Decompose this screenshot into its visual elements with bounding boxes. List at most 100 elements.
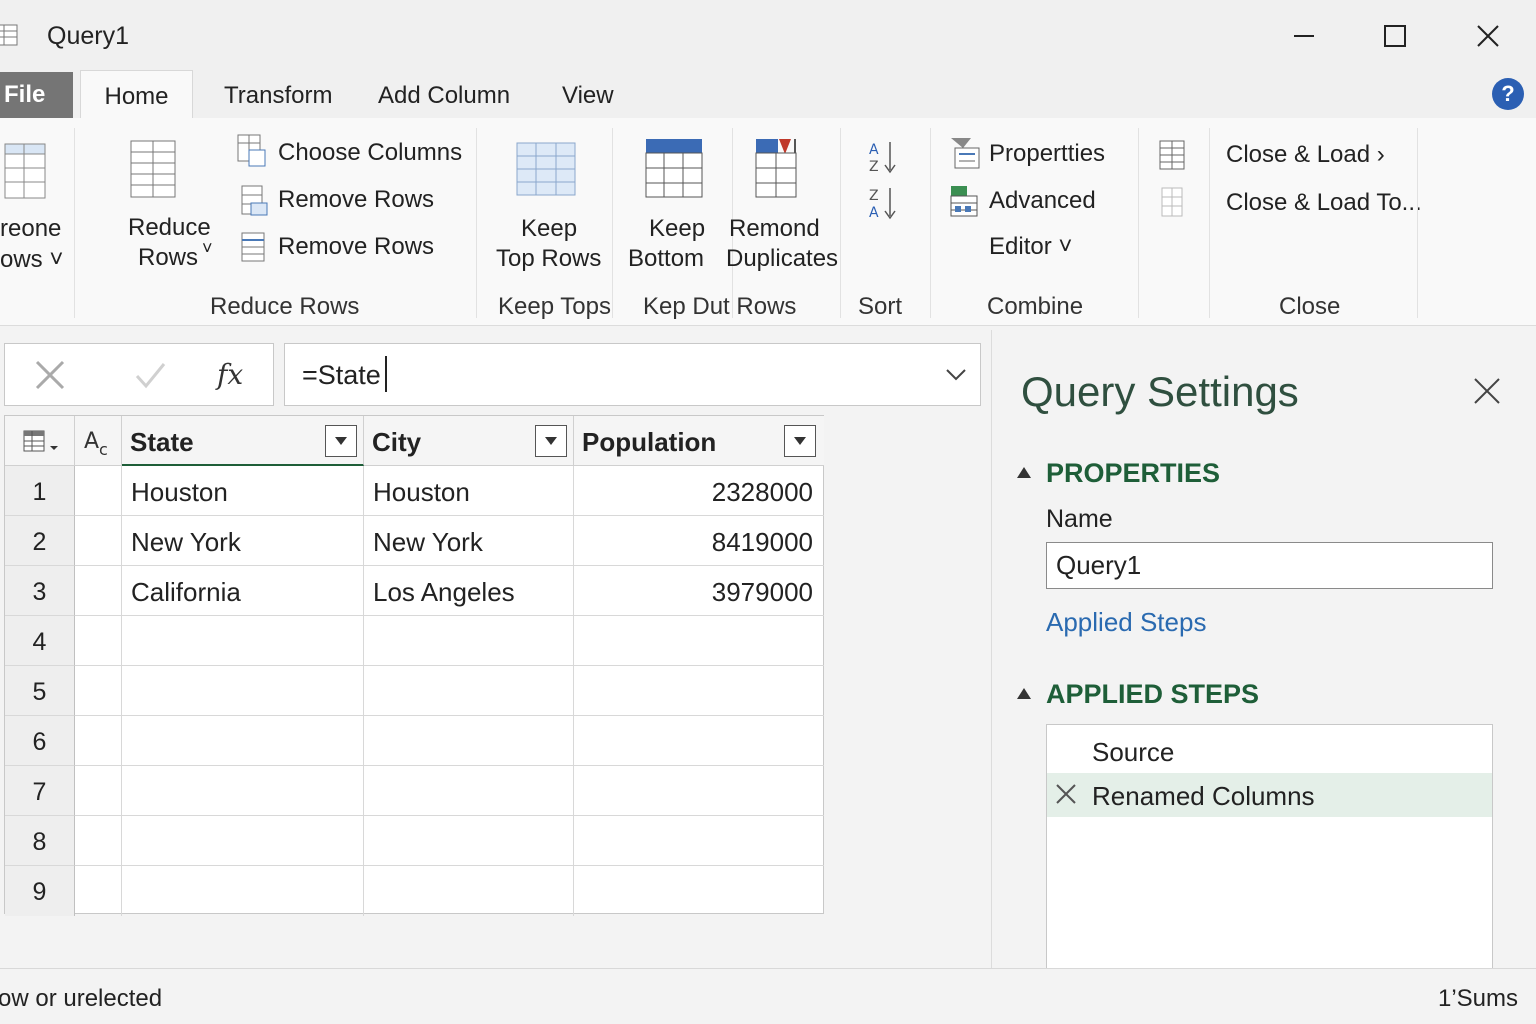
formula-text: =State bbox=[302, 360, 381, 390]
ribbon-separator bbox=[74, 128, 75, 318]
text-type-icon: A c bbox=[84, 429, 108, 458]
list-item-selected[interactable]: Renamed Columns bbox=[1047, 773, 1492, 817]
ribbon-separator bbox=[840, 128, 841, 318]
cell-population[interactable] bbox=[574, 616, 824, 666]
maximize-icon bbox=[1384, 25, 1406, 47]
fx-icon[interactable]: fx bbox=[215, 354, 255, 394]
tab-transform[interactable]: Transform bbox=[214, 70, 342, 120]
ribbon-separator bbox=[476, 128, 477, 318]
cell-state[interactable]: New York bbox=[122, 516, 364, 566]
applied-steps-list: Source Renamed Columns bbox=[1046, 724, 1493, 974]
cell-state[interactable] bbox=[122, 616, 364, 666]
cell-city[interactable] bbox=[364, 666, 574, 716]
help-button[interactable]: ? bbox=[1492, 78, 1524, 110]
cell-city[interactable] bbox=[364, 716, 574, 766]
column-header-label: Population bbox=[582, 427, 717, 457]
filter-button[interactable] bbox=[784, 425, 816, 457]
minimize-icon bbox=[1294, 35, 1314, 37]
ribbon-separator bbox=[930, 128, 931, 318]
cell-city[interactable] bbox=[364, 766, 574, 816]
column-header-population[interactable]: Population bbox=[574, 416, 824, 466]
filter-button[interactable] bbox=[535, 425, 567, 457]
editor-label: Editor ˅ bbox=[989, 233, 1073, 260]
cell-state[interactable] bbox=[122, 866, 364, 916]
cell-city[interactable]: Los Angeles bbox=[364, 566, 574, 616]
choose-columns-icon bbox=[237, 134, 266, 167]
cell-population[interactable] bbox=[574, 816, 824, 866]
svg-text:A: A bbox=[84, 429, 99, 454]
column-header-state[interactable]: State bbox=[122, 416, 364, 466]
column-header-label: City bbox=[372, 427, 422, 457]
cell-population[interactable]: 2328000 bbox=[574, 466, 824, 516]
column-header-city[interactable]: City bbox=[364, 416, 574, 466]
tab-home[interactable]: Home bbox=[80, 70, 193, 122]
name-label: Name bbox=[1046, 505, 1113, 533]
sort-ascending-icon: A Z bbox=[869, 142, 896, 174]
status-summary: 1’Sums bbox=[1437, 985, 1518, 1012]
collapse-triangle-icon[interactable] bbox=[1017, 688, 1031, 699]
cell-state[interactable]: California bbox=[122, 566, 364, 616]
type-cell bbox=[75, 666, 122, 716]
cell-population[interactable] bbox=[574, 716, 824, 766]
cell-city[interactable] bbox=[364, 616, 574, 666]
cancel-icon[interactable] bbox=[33, 358, 67, 392]
chevron-down-icon: ˅ bbox=[202, 238, 213, 258]
chevron-down-icon[interactable] bbox=[944, 364, 968, 384]
type-cell bbox=[75, 816, 122, 866]
cell-state[interactable] bbox=[122, 716, 364, 766]
table-icon-disabled bbox=[1161, 187, 1183, 217]
cell-population[interactable]: 3979000 bbox=[574, 566, 824, 616]
query-settings-title: Query Settings bbox=[1021, 368, 1299, 415]
applied-steps-link[interactable]: Applied Steps bbox=[1046, 607, 1206, 638]
row-number: 3 bbox=[5, 566, 75, 616]
cell-state[interactable] bbox=[122, 816, 364, 866]
tab-add-column[interactable]: Add Column bbox=[368, 70, 520, 120]
collapse-triangle-icon[interactable] bbox=[1017, 467, 1031, 478]
reduce-rows-label: Reduce bbox=[128, 214, 211, 241]
delete-step-icon[interactable] bbox=[1055, 783, 1077, 805]
chevron-down-icon bbox=[545, 437, 557, 445]
close-load-to-button[interactable]: Close & Load To... bbox=[1226, 189, 1422, 217]
cell-city[interactable]: New York bbox=[364, 516, 574, 566]
ribbon: reone ows ˅ Reduce Rows ˅ Choose Columns bbox=[0, 118, 1536, 326]
cell-state[interactable]: Houston bbox=[122, 466, 364, 516]
type-cell bbox=[75, 716, 122, 766]
keep-top-rows-icon bbox=[516, 142, 576, 196]
cell-population[interactable] bbox=[574, 666, 824, 716]
check-icon[interactable] bbox=[133, 358, 167, 392]
ribbon-separator bbox=[1209, 128, 1210, 318]
cell-state[interactable] bbox=[122, 666, 364, 716]
remove-rows-label-2: Remove Rows bbox=[278, 233, 435, 260]
cell-city[interactable]: Houston bbox=[364, 466, 574, 516]
cell-population[interactable]: 8419000 bbox=[574, 516, 824, 566]
close-icon[interactable] bbox=[1473, 377, 1501, 405]
maximize-button[interactable] bbox=[1373, 14, 1417, 58]
close-window-button[interactable] bbox=[1466, 14, 1510, 58]
row-number: 7 bbox=[5, 766, 75, 816]
cell-population[interactable] bbox=[574, 866, 824, 916]
table-menu-button[interactable] bbox=[5, 416, 75, 466]
tab-file[interactable]: File bbox=[0, 72, 73, 118]
query-name-input[interactable] bbox=[1046, 542, 1493, 589]
minimize-button[interactable] bbox=[1282, 14, 1326, 58]
cell-city[interactable] bbox=[364, 816, 574, 866]
remove-rows-icon bbox=[241, 232, 265, 262]
close-icon bbox=[1477, 25, 1499, 47]
filter-button[interactable] bbox=[325, 425, 357, 457]
cell-population[interactable] bbox=[574, 766, 824, 816]
chevron-down-icon bbox=[335, 437, 347, 445]
reduce-rows-label-2: Rows bbox=[138, 244, 199, 271]
cell-state[interactable] bbox=[122, 766, 364, 816]
status-text: ow or urelected bbox=[0, 985, 163, 1012]
svg-text:Z: Z bbox=[869, 188, 879, 204]
table-icon[interactable] bbox=[1159, 140, 1187, 172]
group-label-combine: Combine bbox=[987, 293, 1084, 320]
svg-text:Z: Z bbox=[869, 159, 879, 174]
list-item[interactable]: Source bbox=[1047, 729, 1492, 773]
formula-input[interactable]: =State bbox=[284, 343, 981, 406]
type-button[interactable]: A c bbox=[75, 416, 122, 466]
close-load-button[interactable]: Close & Load › bbox=[1226, 141, 1385, 169]
tab-view[interactable]: View bbox=[552, 70, 624, 120]
remove-duplicates-icon bbox=[755, 139, 797, 198]
cell-city[interactable] bbox=[364, 866, 574, 916]
